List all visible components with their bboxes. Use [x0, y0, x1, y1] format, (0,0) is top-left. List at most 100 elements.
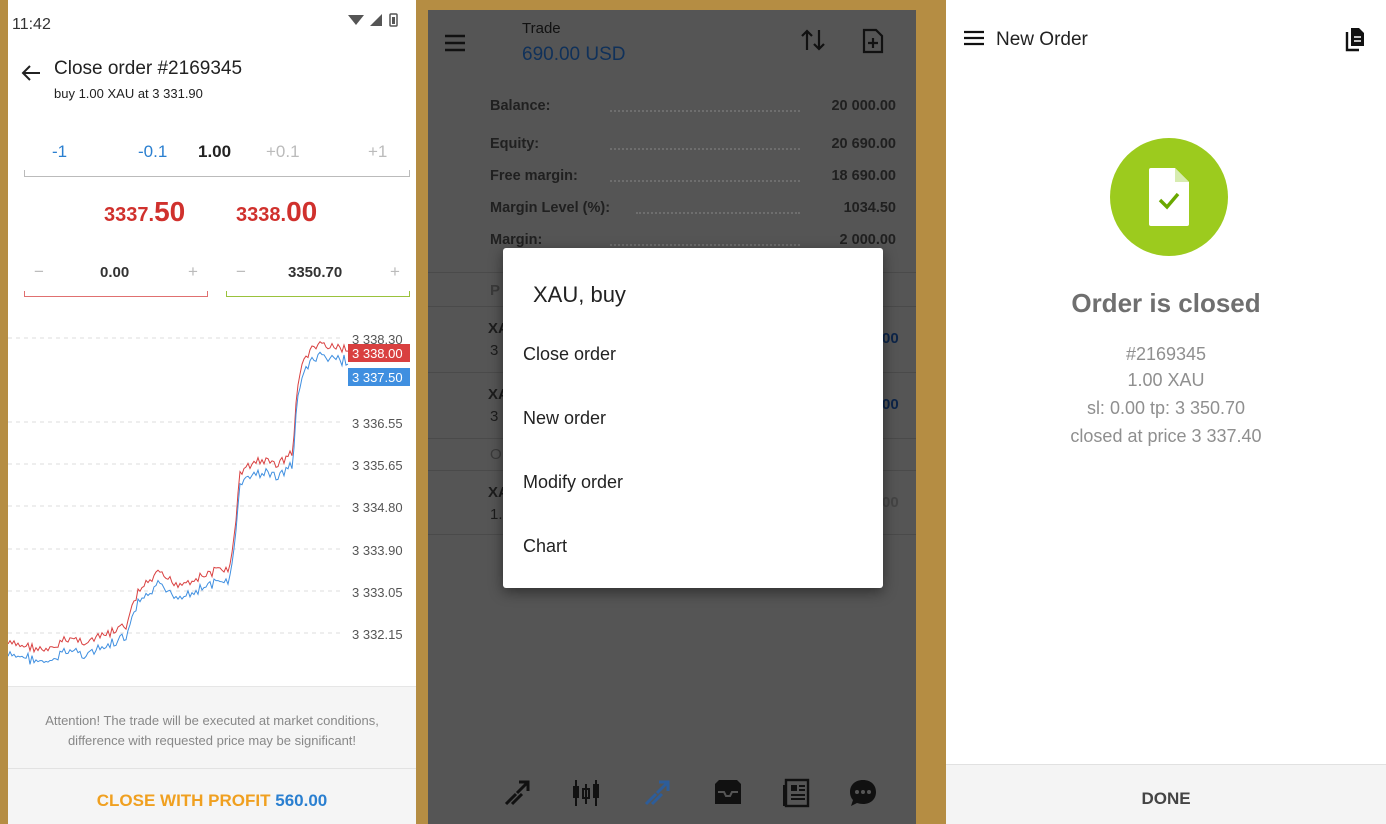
chat-icon[interactable] [848, 778, 878, 813]
account-row-equity: Equity: 20 690.00 [490, 136, 896, 158]
close-button-amount: 560.00 [275, 791, 328, 810]
ask-price: 3338.00 [236, 196, 317, 228]
leader-dots [610, 148, 800, 150]
ask-price-main: 3338. [236, 204, 287, 226]
status-icons [344, 12, 404, 33]
dialog-new-order[interactable]: New order [523, 396, 863, 440]
done-button[interactable]: DONE [946, 764, 1386, 824]
trade-arrows-icon[interactable] [502, 778, 532, 813]
chart-price-label: 3 335.65 [352, 458, 403, 473]
volume-tick-right [409, 170, 410, 177]
hamburger-menu-icon[interactable] [964, 30, 984, 51]
order-ticket: #2169345 [1125, 344, 1207, 364]
stop-loss-tick-right [207, 291, 208, 297]
free-margin-value: 18 690.00 [831, 168, 896, 184]
leader-dots [610, 110, 800, 112]
chart-price-label: 3 336.55 [352, 416, 403, 431]
take-profit-plus-button[interactable]: + [390, 262, 400, 282]
order-subtitle: buy 1.00 XAU at 3 331.90 [54, 86, 203, 101]
dialog-close-order[interactable]: Close order [523, 332, 863, 376]
close-with-profit-button[interactable]: CLOSE WITH PROFIT 560.00 [8, 768, 416, 824]
trade-label: Trade [522, 20, 561, 37]
stop-loss-input[interactable]: 0.00 [100, 264, 129, 281]
volume-tick-left [24, 170, 25, 177]
orders-header-letter: O [490, 446, 502, 463]
stop-loss-tick-left [24, 291, 25, 297]
balance-label: Balance: [490, 98, 551, 114]
account-row-free-margin: Free margin: 18 690.00 [490, 168, 896, 190]
account-row-margin-level: Margin Level (%): 1034.50 [490, 200, 896, 222]
margin-level-value: 1034.50 [843, 200, 896, 216]
sort-icon[interactable] [800, 28, 826, 57]
balance-value: 20 000.00 [831, 98, 896, 114]
chart-price-label: 3 333.05 [352, 585, 403, 600]
order-row-1-value: 00 [882, 494, 899, 511]
free-margin-label: Free margin: [490, 168, 578, 184]
document-copy-icon[interactable] [1344, 26, 1366, 57]
page-title: New Order [996, 29, 1088, 50]
price-chart[interactable]: 3 338.30 3 336.55 3 335.65 3 334.80 3 333.90… [8, 322, 416, 686]
document-check-icon [1147, 166, 1191, 233]
take-profit-underline [226, 296, 410, 297]
margin-value: 2 000.00 [839, 232, 896, 248]
chart-price-label: 3 334.80 [352, 500, 403, 515]
ask-price-line [8, 340, 348, 654]
order-volume: 1.00 XAU [1127, 370, 1205, 390]
margin-level-label: Margin Level (%): [490, 200, 611, 216]
close-order-screen: 11:42 Close order #2169345 buy 1.00 XAU … [8, 0, 416, 824]
volume-minus-1-button[interactable]: -1 [52, 142, 67, 162]
attention-notice: Attention! The trade will be executed at… [8, 686, 416, 768]
equity-value: 20 690.00 [831, 136, 896, 152]
volume-underline [24, 176, 410, 177]
bid-price-main: 3337. [104, 204, 155, 226]
volume-plus-0.1-button[interactable]: +0.1 [266, 142, 300, 162]
ask-badge: 3 338.00 [352, 346, 403, 361]
stop-loss-plus-button[interactable]: + [188, 262, 198, 282]
ask-price-big: 00 [286, 196, 318, 227]
news-icon[interactable] [782, 778, 810, 813]
new-order-icon[interactable] [862, 28, 884, 59]
order-row-1-detail: 1. [490, 506, 503, 523]
attention-text: Attention! The trade will be executed at… [45, 713, 379, 748]
order-sl-tp: sl: 0.00 tp: 3 350.70 [1086, 398, 1246, 418]
candlestick-icon[interactable] [570, 778, 602, 813]
take-profit-input[interactable]: 3350.70 [288, 264, 342, 281]
trade-profit-amount: 690.00 USD [522, 44, 626, 65]
bottom-navigation [428, 762, 916, 824]
hamburger-menu-icon[interactable] [444, 34, 466, 57]
take-profit-minus-button[interactable]: − [236, 262, 246, 282]
status-time: 11:42 [12, 16, 51, 33]
order-action-dialog: XAU, buy Close order New order Modify or… [503, 248, 883, 588]
leader-dots [610, 244, 800, 246]
bid-price-line [8, 351, 349, 665]
dialog-title: XAU, buy [533, 282, 626, 307]
new-order-screen: New Order Order is closed #2169345 1.00 … [946, 0, 1386, 824]
account-row-balance: Balance: 20 000.00 [490, 98, 896, 120]
equity-label: Equity: [490, 136, 540, 152]
volume-stepper: -1 -0.1 1.00 +0.1 +1 [8, 142, 416, 166]
leader-dots [636, 212, 800, 214]
position-row-1-profit: 00 [882, 330, 899, 347]
dialog-chart[interactable]: Chart [523, 524, 863, 568]
bid-badge: 3 337.50 [352, 370, 403, 385]
inbox-icon[interactable] [712, 778, 744, 813]
positions-header-letter: P [490, 282, 501, 299]
positions-icon[interactable] [642, 778, 672, 813]
close-button-label: CLOSE WITH PROFIT [96, 791, 271, 810]
volume-input[interactable]: 1.00 [198, 142, 231, 162]
dialog-modify-order[interactable]: Modify order [523, 460, 863, 504]
bid-price-big: 50 [154, 196, 186, 227]
volume-minus-0.1-button[interactable]: -0.1 [138, 142, 167, 162]
position-row-2-profit: 00 [882, 396, 899, 413]
volume-plus-1-button[interactable]: +1 [368, 142, 387, 162]
leader-dots [610, 180, 800, 182]
stop-loss-minus-button[interactable]: − [34, 262, 44, 282]
bid-price: 3337.50 [104, 196, 185, 228]
back-arrow-icon[interactable] [20, 62, 42, 89]
chart-price-label: 3 332.15 [352, 627, 403, 642]
position-row-1-detail: 3 [490, 342, 499, 359]
order-closed-price: closed at price 3 337.40 [1070, 426, 1262, 446]
position-row-2-detail: 3 [490, 408, 499, 425]
take-profit-tick-left [226, 291, 227, 297]
page-title: Close order #2169345 [54, 58, 243, 79]
